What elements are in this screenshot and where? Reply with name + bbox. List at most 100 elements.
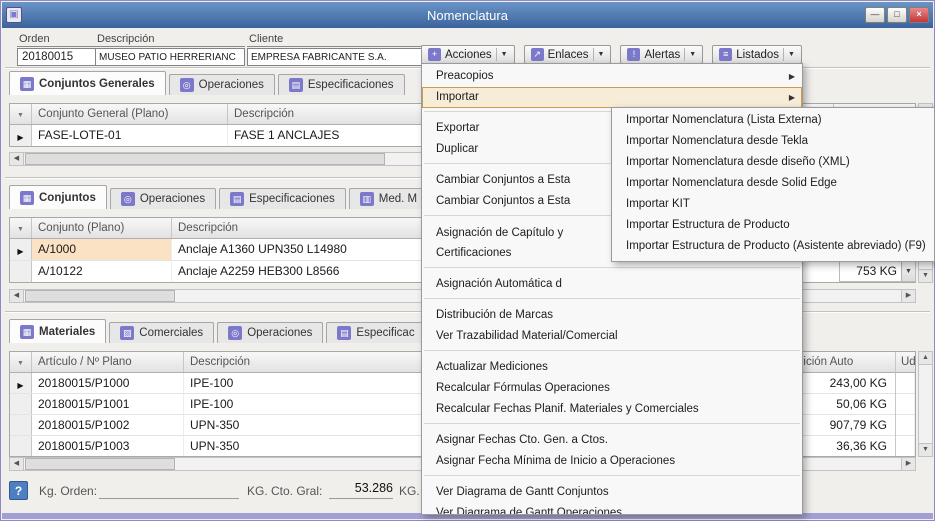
cell-articulo: 20180015/P1001 xyxy=(32,394,184,414)
filter-icon[interactable]: ▼ xyxy=(17,226,24,233)
row-selector-cell[interactable] xyxy=(10,436,32,456)
submenu-item[interactable]: Importar Nomenclatura desde Tekla xyxy=(612,131,934,152)
descripcion-input[interactable] xyxy=(95,48,245,66)
row-selector-cell[interactable] xyxy=(10,261,32,282)
scroll-up-icon[interactable]: ▲ xyxy=(919,352,932,365)
row-selector-cell[interactable]: ▶ xyxy=(10,373,32,393)
menu-item-label: Asignación Automática d xyxy=(436,278,562,290)
scrollbar-thumb[interactable] xyxy=(25,153,385,165)
tab-label: Materiales xyxy=(39,326,95,338)
caret-down-icon[interactable]: ▼ xyxy=(783,48,795,61)
row-pointer-icon: ▶ xyxy=(17,133,23,142)
column-header-ud[interactable]: Ud. S xyxy=(896,352,916,373)
submenu-item[interactable]: Importar Estructura de Producto (Asisten… xyxy=(612,236,934,257)
filter-header-cell[interactable]: ▼ xyxy=(10,352,32,372)
scroll-left-icon[interactable]: ◀ xyxy=(10,290,24,302)
menu-item[interactable]: Preacopios ▶ xyxy=(422,66,802,87)
caret-down-icon[interactable]: ▼ xyxy=(593,48,605,61)
tab-label: Conjuntos xyxy=(39,192,96,204)
scroll-right-icon[interactable]: ▶ xyxy=(901,458,915,470)
maximize-button[interactable]: □ xyxy=(887,7,907,23)
column-header-conjunto[interactable]: Conjunto (Plano) xyxy=(32,218,172,238)
menu-item[interactable]: Asignar Fecha Mínima de Inicio a Operaci… xyxy=(422,451,802,472)
help-button[interactable]: ? xyxy=(9,481,28,500)
kg-value-dropdown-icon[interactable]: ▼ xyxy=(901,261,915,281)
toolbar-button[interactable]: ! Alertas ▼ xyxy=(620,45,703,64)
toolbar-button-label: Listados xyxy=(736,49,779,61)
tab[interactable]: ▤ Especificaciones xyxy=(219,188,346,209)
caret-down-icon[interactable]: ▼ xyxy=(496,48,508,61)
menu-item[interactable]: Ver Diagrama de Gantt Operaciones xyxy=(422,503,802,515)
tab-icon: ▤ xyxy=(289,78,303,92)
column-header-medicion-auto[interactable]: dición Auto xyxy=(792,352,895,373)
row-selector-cell[interactable]: ▶ xyxy=(10,125,32,146)
toolbar-button[interactable]: ≡ Listados ▼ xyxy=(712,45,802,64)
submenu-item[interactable]: Importar Nomenclatura desde Solid Edge xyxy=(612,173,934,194)
menu-item[interactable]: Asignación Automática d xyxy=(422,274,802,295)
menu-item[interactable]: Asignar Fechas Cto. Gen. a Ctos. xyxy=(422,430,802,451)
cliente-input[interactable] xyxy=(247,48,423,66)
toolbar-button-label: Acciones xyxy=(445,49,492,61)
menu-item-label: Preacopios xyxy=(436,70,494,82)
row-pointer-icon: ▶ xyxy=(17,381,23,390)
menu-item[interactable]: Asignación de Capítulo y Certificaciones xyxy=(422,222,600,264)
filter-icon[interactable]: ▼ xyxy=(17,112,24,119)
scroll-down-icon[interactable]: ▼ xyxy=(919,269,932,282)
kg-value-editor[interactable]: 753 KG ▼ xyxy=(839,260,916,282)
tab[interactable]: ▤ Especificaciones xyxy=(278,74,405,95)
menu-item[interactable] xyxy=(422,423,802,430)
scroll-right-icon[interactable]: ▶ xyxy=(901,290,915,302)
tab-icon: ▤ xyxy=(337,326,351,340)
menu-item[interactable]: Distribución de Marcas xyxy=(422,305,802,326)
toolbar-button[interactable]: ↗ Enlaces ▼ xyxy=(524,45,612,64)
tab[interactable]: ◎ Operaciones xyxy=(217,322,323,343)
tab[interactable]: ▤ Especificac xyxy=(326,322,425,343)
caret-down-icon[interactable]: ▼ xyxy=(684,48,696,61)
tab[interactable]: ▧ Comerciales xyxy=(109,322,214,343)
close-button[interactable]: × xyxy=(909,7,929,23)
filter-header-cell[interactable]: ▼ xyxy=(10,104,32,124)
submenu-arrow-icon: ▶ xyxy=(789,87,795,108)
menu-item[interactable]: Actualizar Mediciones xyxy=(422,357,802,378)
scrollbar-thumb[interactable] xyxy=(25,290,175,302)
toolbar-button[interactable]: + Acciones ▼ xyxy=(421,45,515,64)
menu-item[interactable]: Importar ▶ xyxy=(422,87,802,108)
menu-item-label: Distribución de Marcas xyxy=(436,309,553,321)
tab[interactable]: ◎ Operaciones xyxy=(169,74,275,95)
menu-item[interactable]: Recalcular Fórmulas Operaciones xyxy=(422,378,802,399)
tab[interactable]: ▦ Conjuntos Generales xyxy=(9,71,166,95)
menu-item[interactable] xyxy=(422,475,802,482)
filter-header-cell[interactable]: ▼ xyxy=(10,218,32,238)
submenu-item[interactable]: Importar Nomenclatura desde diseño (XML) xyxy=(612,152,934,173)
menu-item[interactable]: Ver Trazabilidad Material/Comercial xyxy=(422,326,802,347)
submenu-item[interactable]: Importar Nomenclatura (Lista Externa) xyxy=(612,110,934,131)
tab[interactable]: ▦ Conjuntos xyxy=(9,185,107,209)
menu-item[interactable]: Ver Diagrama de Gantt Conjuntos xyxy=(422,482,802,503)
titlebar[interactable]: ▣ Nomenclatura — □ × xyxy=(2,2,933,28)
menu-item[interactable] xyxy=(422,298,802,305)
menu-item[interactable]: Recalcular Fechas Planif. Materiales y C… xyxy=(422,399,802,420)
vertical-scrollbar[interactable]: ▲ ▼ xyxy=(918,351,933,457)
scrollbar-thumb[interactable] xyxy=(25,458,175,470)
submenu-item[interactable]: Importar Estructura de Producto xyxy=(612,215,934,236)
tab[interactable]: ◎ Operaciones xyxy=(110,188,216,209)
kg-orden-field[interactable] xyxy=(99,481,239,499)
kg-cto-gral-value: 53.286 xyxy=(329,481,393,499)
scroll-left-icon[interactable]: ◀ xyxy=(10,458,24,470)
filter-icon[interactable]: ▼ xyxy=(17,360,24,367)
row-selector-cell[interactable] xyxy=(10,415,32,435)
row-selector-cell[interactable]: ▶ xyxy=(10,239,32,260)
column-header-conjunto-general[interactable]: Conjunto General (Plano) xyxy=(32,104,228,124)
tab[interactable]: ▦ Materiales xyxy=(9,319,106,343)
scroll-left-icon[interactable]: ◀ xyxy=(10,153,24,165)
scroll-down-icon[interactable]: ▼ xyxy=(919,443,932,456)
tab-label: Especificaciones xyxy=(308,79,394,91)
orden-value: 20180015 xyxy=(22,51,73,63)
menu-item[interactable] xyxy=(422,267,802,274)
submenu-item[interactable]: Importar KIT xyxy=(612,194,934,215)
menu-item[interactable] xyxy=(422,350,802,357)
minimize-button[interactable]: — xyxy=(865,7,885,23)
tab-label: Operaciones xyxy=(140,193,205,205)
row-selector-cell[interactable] xyxy=(10,394,32,414)
column-header-articulo[interactable]: Artículo / Nº Plano xyxy=(32,352,184,372)
